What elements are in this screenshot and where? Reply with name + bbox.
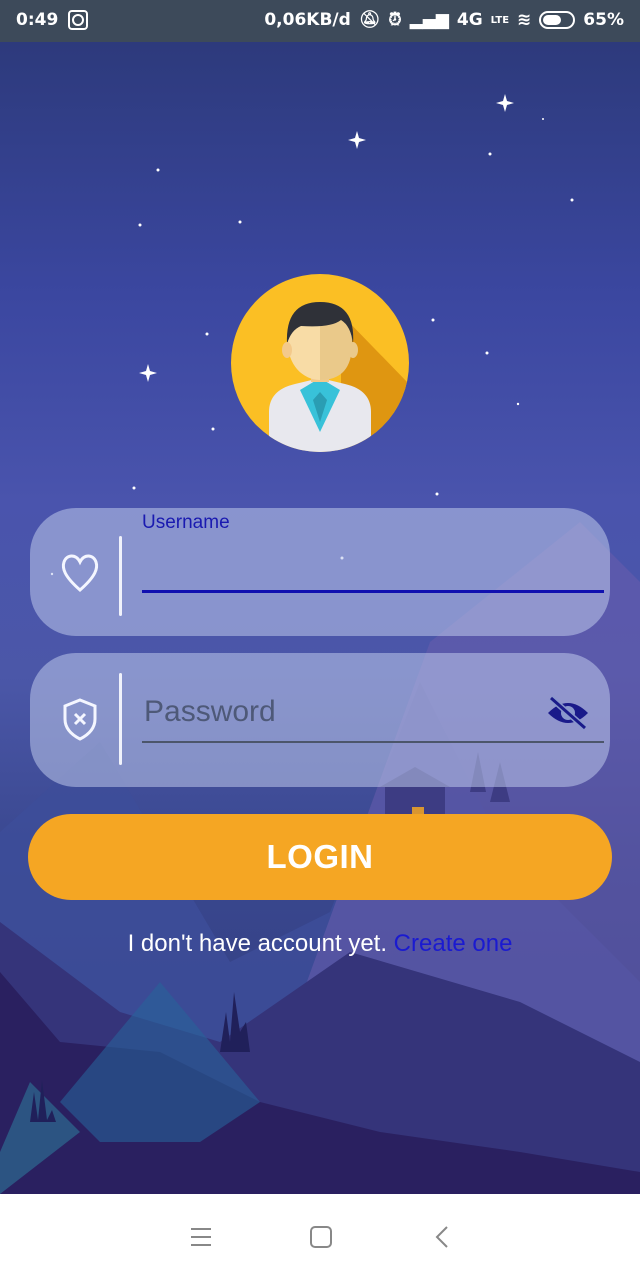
no-account-text: I don't have account yet. <box>127 930 394 957</box>
data-speed: 0,06KB/d <box>264 10 351 30</box>
avatar-icon <box>231 274 409 452</box>
battery-icon <box>539 11 576 29</box>
menu-icon[interactable] <box>186 1222 216 1252</box>
back-icon[interactable] <box>428 1222 458 1252</box>
screen-record-icon <box>68 10 89 30</box>
signup-prompt: I don't have account yet. Create one <box>0 930 640 958</box>
mute-bell-icon: 🔕︎ <box>358 10 381 30</box>
home-icon[interactable] <box>306 1222 336 1252</box>
status-time: 0:49 <box>16 10 59 30</box>
password-underline <box>142 741 604 743</box>
wifi-icon: ≋ <box>517 10 532 30</box>
create-account-link[interactable]: Create one <box>394 930 513 957</box>
network-type: 4G <box>456 10 483 30</box>
battery-level: 65% <box>583 10 624 30</box>
alarm-icon: ⏰︎ <box>388 10 402 30</box>
username-input[interactable] <box>142 542 608 576</box>
eye-off-icon[interactable] <box>546 695 590 731</box>
status-bar: 0:49 0,06KB/d 🔕︎ ⏰︎ ▂▄▆ 4G LTE ≋ 65% <box>0 0 640 42</box>
volte-indicator: LTE <box>490 14 510 26</box>
signal-icon: ▂▄▆ <box>409 10 449 30</box>
password-field[interactable] <box>30 653 610 787</box>
heart-icon <box>61 554 99 592</box>
username-field[interactable]: Username <box>30 508 610 636</box>
username-underline <box>142 590 604 593</box>
field-separator <box>119 536 122 616</box>
username-label: Username <box>142 512 230 533</box>
shield-icon <box>63 698 97 741</box>
login-button[interactable]: LOGIN <box>28 814 612 900</box>
login-screen: Username LOGIN I don't have account yet.… <box>0 42 640 1194</box>
navigation-bar <box>0 1194 640 1280</box>
password-input[interactable] <box>142 689 526 735</box>
field-separator <box>119 673 122 765</box>
